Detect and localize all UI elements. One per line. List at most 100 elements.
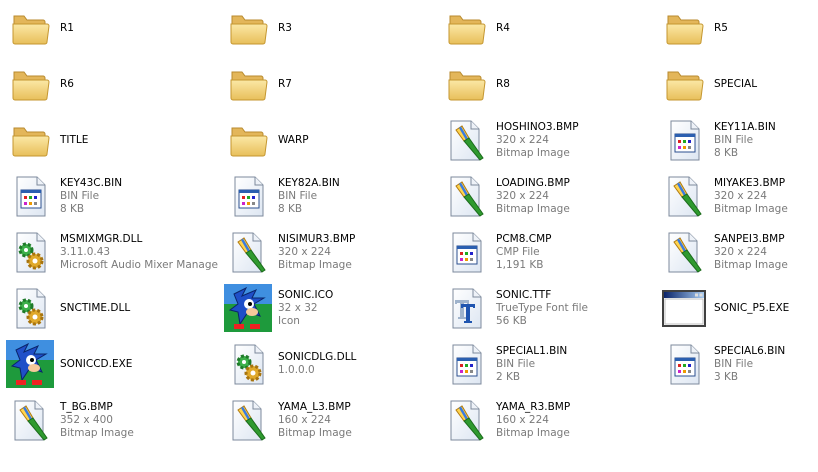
file-item[interactable]: LOADING.BMP 320 x 224 Bitmap Image [436, 168, 654, 224]
file-info: SNCTIME.DLL [60, 302, 130, 315]
file-name: MSMIXMGR.DLL [60, 232, 143, 245]
file-name: R3 [278, 21, 292, 34]
file-detail: 320 x 224 [496, 133, 549, 146]
file-detail: BIN File [714, 133, 754, 146]
file-name: PCM8.CMP [496, 232, 552, 245]
file-name: HOSHINO3.BMP [496, 120, 579, 133]
file-item[interactable]: R8 [436, 56, 654, 112]
file-detail: 320 x 224 [278, 245, 331, 258]
file-description: Icon [278, 314, 300, 327]
file-item[interactable]: R6 [0, 56, 218, 112]
file-name: SANPEI3.BMP [714, 232, 785, 245]
file-item[interactable]: WARP [218, 112, 436, 168]
folder-icon [224, 4, 272, 52]
file-detail: 160 x 224 [278, 413, 331, 426]
file-name: TITLE [60, 133, 89, 146]
file-description: 8 KB [714, 146, 739, 159]
file-item[interactable]: SONICDLG.DLL 1.0.0.0 [218, 336, 436, 392]
file-info: R8 [496, 78, 510, 91]
folder-icon [6, 116, 54, 164]
bitmap-paintbrush-icon [442, 396, 490, 444]
file-description: 8 KB [278, 202, 303, 215]
folder-icon [660, 60, 708, 108]
bin-file-icon [442, 228, 490, 276]
file-item[interactable]: R4 [436, 0, 654, 56]
file-detail: 320 x 224 [496, 189, 549, 202]
file-item[interactable]: SONIC.TTF TrueType Font file 56 KB [436, 280, 654, 336]
file-item[interactable]: MIYAKE3.BMP 320 x 224 Bitmap Image [654, 168, 818, 224]
file-info: R5 [714, 22, 728, 35]
bitmap-paintbrush-icon [660, 228, 708, 276]
file-detail: TrueType Font file [496, 301, 588, 314]
file-name: SNCTIME.DLL [60, 301, 131, 314]
truetype-font-icon [442, 284, 490, 332]
file-item[interactable]: PCM8.CMP CMP File 1,191 KB [436, 224, 654, 280]
file-item[interactable]: NISIMUR3.BMP 320 x 224 Bitmap Image [218, 224, 436, 280]
file-name: SONIC.TTF [496, 288, 552, 301]
file-item[interactable]: SONIC_P5.EXE [654, 280, 818, 336]
dll-gear-icon [6, 228, 54, 276]
file-description: Bitmap Image [278, 426, 352, 439]
file-detail: 160 x 224 [496, 413, 549, 426]
file-item[interactable]: TITLE [0, 112, 218, 168]
file-description: 2 KB [496, 370, 521, 383]
file-item[interactable]: T_BG.BMP 352 x 400 Bitmap Image [0, 392, 218, 448]
file-name: SONIC.ICO [278, 288, 334, 301]
sonic-hedgehog-icon [6, 340, 54, 388]
bitmap-paintbrush-icon [224, 396, 272, 444]
file-item[interactable]: KEY11A.BIN BIN File 8 KB [654, 112, 818, 168]
file-detail: 1.0.0.0 [278, 364, 315, 376]
bitmap-paintbrush-icon [660, 172, 708, 220]
file-name: WARP [278, 133, 309, 146]
file-info: R7 [278, 78, 292, 91]
file-info: SONIC.ICO 32 x 32 Icon [278, 289, 333, 328]
file-name: LOADING.BMP [496, 176, 570, 189]
file-description: Bitmap Image [496, 146, 570, 159]
file-item[interactable]: SNCTIME.DLL [0, 280, 218, 336]
file-name: SONIC_P5.EXE [714, 301, 790, 314]
bin-file-icon [660, 340, 708, 388]
file-name: MIYAKE3.BMP [714, 176, 786, 189]
file-info: R1 [60, 22, 74, 35]
file-item[interactable]: KEY43C.BIN BIN File 8 KB [0, 168, 218, 224]
file-info: KEY82A.BIN BIN File 8 KB [278, 177, 340, 216]
bitmap-paintbrush-icon [442, 172, 490, 220]
file-item[interactable]: R5 [654, 0, 818, 56]
dll-gear-icon [6, 284, 54, 332]
file-name: R1 [60, 21, 74, 34]
file-item[interactable]: SONIC.ICO 32 x 32 Icon [218, 280, 436, 336]
file-item[interactable]: SPECIAL1.BIN BIN File 2 KB [436, 336, 654, 392]
file-item[interactable]: YAMA_R3.BMP 160 x 224 Bitmap Image [436, 392, 654, 448]
file-item[interactable]: R1 [0, 0, 218, 56]
file-description: Bitmap Image [60, 426, 134, 439]
file-description: 3 KB [714, 370, 739, 383]
file-info: HOSHINO3.BMP 320 x 224 Bitmap Image [496, 121, 579, 160]
file-item[interactable]: KEY82A.BIN BIN File 8 KB [218, 168, 436, 224]
file-item[interactable]: YAMA_L3.BMP 160 x 224 Bitmap Image [218, 392, 436, 448]
file-detail: 320 x 224 [714, 189, 767, 202]
file-item[interactable]: SANPEI3.BMP 320 x 224 Bitmap Image [654, 224, 818, 280]
file-info: SONICCD.EXE [60, 358, 132, 371]
file-item[interactable]: HOSHINO3.BMP 320 x 224 Bitmap Image [436, 112, 654, 168]
file-item[interactable]: SONICCD.EXE [0, 336, 218, 392]
file-item[interactable]: MSMIXMGR.DLL 3.11.0.43 Microsoft Audio Mix… [0, 224, 218, 280]
file-description: Bitmap Image [714, 258, 788, 271]
file-info: PCM8.CMP CMP File 1,191 KB [496, 233, 551, 272]
file-info: T_BG.BMP 352 x 400 Bitmap Image [60, 401, 134, 440]
file-description: Bitmap Image [496, 426, 570, 439]
file-description: 56 KB [496, 314, 527, 327]
file-name: SONICCD.EXE [60, 357, 133, 370]
folder-icon [224, 116, 272, 164]
file-item[interactable]: R7 [218, 56, 436, 112]
file-item[interactable]: SPECIAL [654, 56, 818, 112]
file-info: SONIC_P5.EXE [714, 302, 789, 315]
file-info: SONIC.TTF TrueType Font file 56 KB [496, 289, 588, 328]
file-item[interactable]: SPECIAL6.BIN BIN File 3 KB [654, 336, 818, 392]
file-name: R5 [714, 21, 728, 34]
file-detail: 320 x 224 [714, 245, 767, 258]
file-detail: 352 x 400 [60, 413, 113, 426]
file-item[interactable]: R3 [218, 0, 436, 56]
bin-file-icon [6, 172, 54, 220]
file-info: WARP [278, 134, 309, 147]
file-info: SPECIAL6.BIN BIN File 3 KB [714, 345, 785, 384]
